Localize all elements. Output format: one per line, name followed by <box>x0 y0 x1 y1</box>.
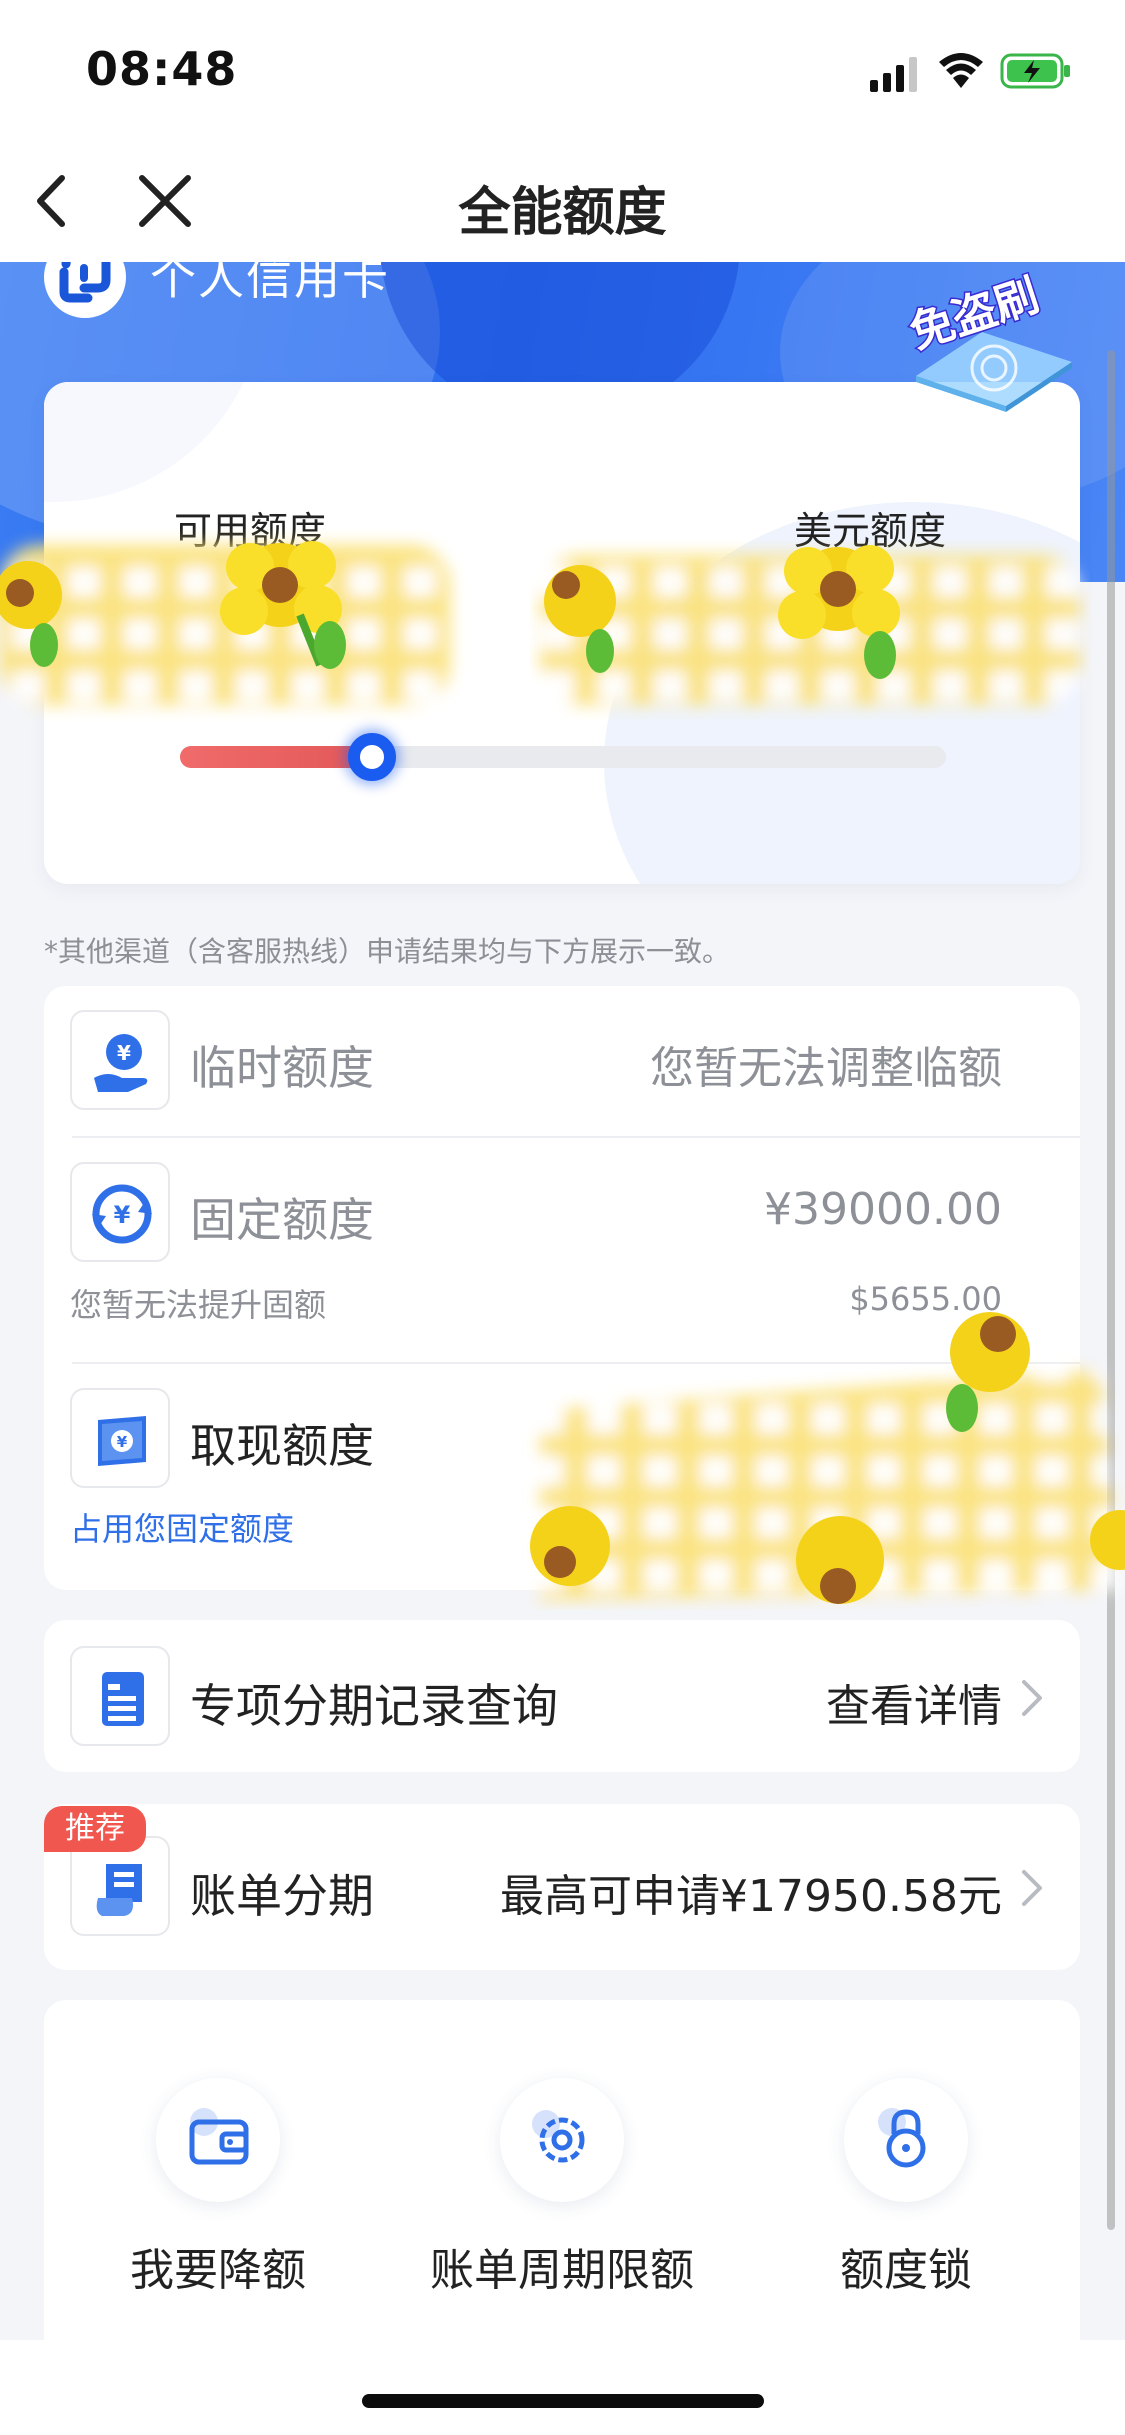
action-label: 额度锁 <box>840 2245 972 2296</box>
view-details-link[interactable]: 查看详情 <box>826 1670 1002 1734</box>
bottom-safe-area <box>0 2340 1125 2435</box>
gear-icon <box>500 2078 624 2202</box>
svg-text:¥: ¥ <box>117 1433 128 1451</box>
lock-icon <box>844 2078 968 2202</box>
svg-text:¥: ¥ <box>114 1201 131 1229</box>
flower-fence-sticker <box>530 1312 1125 1604</box>
cash-note-icon: ¥ <box>70 1388 170 1488</box>
fixed-limit-value: ¥39000.00 <box>764 1184 1002 1235</box>
recommend-badge: 推荐 <box>44 1806 146 1852</box>
limit-actions-card: 我要降额 账单周期限额 额度锁 <box>44 2000 1080 2340</box>
svg-text:¥: ¥ <box>117 1041 131 1065</box>
temporary-limit-value: 您暂无法调整临额 <box>650 1043 1002 1094</box>
cash-limit-title: 取现额度 <box>190 1419 374 1473</box>
bill-cycle-limit-action[interactable]: 账单周期限额 <box>412 2078 712 2318</box>
channel-note: *其他渠道（含客服热线）申请结果均与下方展示一致。 <box>44 935 731 968</box>
bill-installment-max: 最高可申请¥17950.58元 <box>500 1871 1002 1922</box>
limit-usage-fill <box>180 746 372 768</box>
action-label: 账单周期限额 <box>430 2245 694 2296</box>
wallet-icon <box>156 2078 280 2202</box>
installment-record-title: 专项分期记录查询 <box>190 1679 558 1733</box>
status-time: 08:48 <box>86 42 238 96</box>
action-label: 我要降额 <box>130 2245 306 2296</box>
cash-limit-link[interactable]: 占用您固定额度 <box>70 1504 294 1550</box>
battery-charging-icon <box>1000 53 1070 89</box>
fixed-limit-title: 固定额度 <box>190 1193 374 1247</box>
status-bar: 08:48 <box>0 0 1125 140</box>
installment-record-card[interactable]: 专项分期记录查询 查看详情 <box>44 1620 1080 1772</box>
temporary-limit-row[interactable]: ¥ 临时额度 您暂无法调整临额 <box>44 986 1080 1136</box>
limit-usage-bar <box>180 733 946 781</box>
flower-fence-sticker <box>540 545 1080 705</box>
page-title: 全能额度 <box>458 183 667 243</box>
document-list-icon <box>70 1646 170 1746</box>
chevron-right-icon <box>1022 1680 1042 1716</box>
bill-installment-card[interactable]: 账单分期 最高可申请¥17950.58元 <box>44 1804 1080 1970</box>
nav-bar: 全能额度 <box>0 140 1125 262</box>
yuan-cycle-icon: ¥ <box>70 1162 170 1262</box>
limit-slider-thumb[interactable] <box>347 733 396 781</box>
bill-installment-title: 账单分期 <box>190 1869 374 1923</box>
home-indicator[interactable] <box>362 2394 764 2408</box>
limit-lock-action[interactable]: 额度锁 <box>756 2078 1056 2318</box>
temporary-limit-title: 临时额度 <box>190 1041 374 1095</box>
flower-fence-sticker <box>0 541 450 705</box>
reduce-limit-action[interactable]: 我要降额 <box>68 2078 368 2318</box>
fixed-limit-note: 您暂无法提升固额 <box>70 1286 327 1324</box>
anti-fraud-badge: 免盗刷 <box>902 268 1072 412</box>
cellular-signal-icon <box>870 57 917 92</box>
wifi-icon <box>939 53 983 88</box>
chevron-right-icon <box>1022 1870 1042 1906</box>
hand-yuan-icon: ¥ <box>70 1010 170 1110</box>
